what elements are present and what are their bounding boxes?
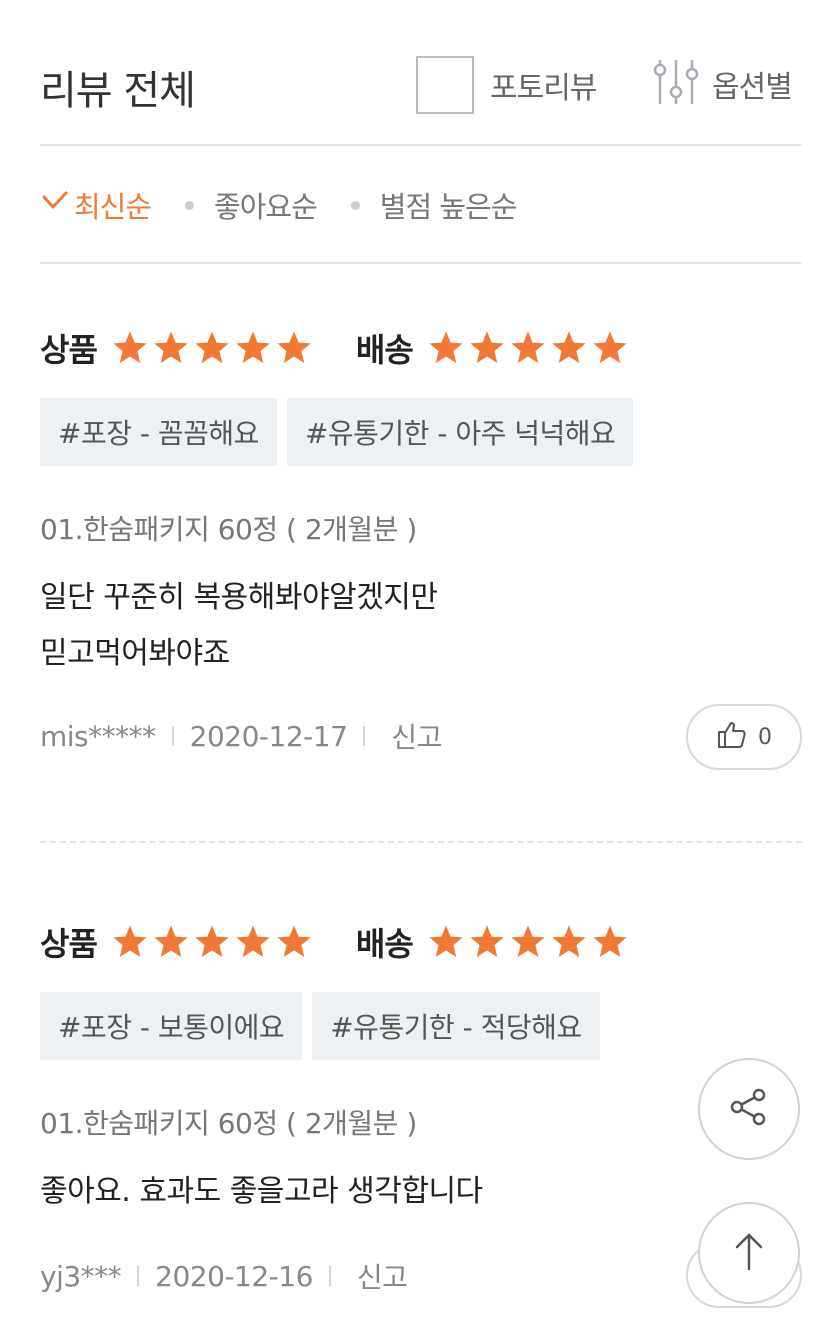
star-icon (154, 925, 188, 958)
review-item: 상품 배송 #포장 - 보통이에요 #유통기한 - 적당해요 01.한숨패키지 … (40, 914, 802, 1308)
reviewer-id: mis***** (40, 719, 156, 753)
review-content-line: 좋아요. 효과도 좋을고라 생각합니다 (40, 1174, 483, 1209)
page-title: 리뷰 전체 (40, 68, 196, 114)
option-filter-label: 옵션별 (712, 70, 793, 105)
sort-rating-label: 별점 높은순 (379, 190, 518, 224)
sort-likes[interactable]: 좋아요순 (185, 184, 318, 226)
star-icon (277, 925, 311, 958)
share-icon (725, 1083, 773, 1135)
star-icon (154, 331, 188, 364)
star-icon (429, 925, 463, 958)
rating-row: 상품 배송 (40, 914, 802, 970)
thumbs-up-icon (716, 719, 748, 755)
like-button[interactable]: 0 (686, 704, 802, 770)
share-button[interactable] (698, 1058, 800, 1160)
product-stars (111, 329, 316, 367)
sort-rating[interactable]: 별점 높은순 (350, 184, 518, 226)
arrow-up-icon (729, 1227, 769, 1279)
star-icon (113, 331, 147, 364)
star-icon (429, 331, 463, 364)
meta-separator (363, 726, 366, 746)
purchased-option: 01.한숨패키지 60정 ( 2개월분 ) (40, 1107, 417, 1140)
star-icon (552, 331, 586, 364)
review-date: 2020-12-16 (155, 1259, 313, 1293)
star-icon (236, 331, 270, 364)
delivery-rating-label: 배송 (355, 925, 414, 963)
star-icon (593, 331, 627, 364)
sort-bar: 최신순 좋아요순 별점 높은순 (40, 148, 802, 264)
like-count: 0 (758, 724, 772, 750)
star-icon (195, 331, 229, 364)
review-content-line: 일단 꾸준히 복용해봐야알겠지만 (40, 580, 438, 615)
star-icon (113, 925, 147, 958)
option-filter-button[interactable]: 옵션별 (650, 56, 793, 112)
purchased-option: 01.한숨패키지 60정 ( 2개월분 ) (40, 513, 417, 546)
star-icon (195, 925, 229, 958)
photo-review-toggle[interactable]: 포토리뷰 (416, 56, 597, 114)
review-content-line: 믿고먹어봐야죠 (40, 636, 230, 671)
meta-separator (137, 1266, 140, 1286)
review-date: 2020-12-17 (189, 719, 348, 753)
report-link[interactable]: 신고 (391, 716, 442, 756)
delivery-stars (427, 923, 632, 961)
rating-row: 상품 배송 (40, 320, 802, 376)
review-tag: #포장 - 꼼꼼해요 (40, 398, 277, 466)
reviewer-id: yj3*** (40, 1259, 122, 1293)
star-icon (277, 331, 311, 364)
check-icon (40, 187, 70, 224)
delivery-stars (427, 329, 632, 367)
review-tag: #유통기한 - 적당해요 (312, 992, 600, 1060)
sort-latest[interactable]: 최신순 (40, 184, 152, 226)
review-tag: #포장 - 보통이에요 (40, 992, 303, 1060)
review-content: 일단 꾸준히 복용해봐야알겠지만 믿고먹어봐야죠 (40, 570, 802, 682)
star-icon (511, 331, 545, 364)
tag-list: #포장 - 보통이에요 #유통기한 - 적당해요 (40, 992, 802, 1060)
product-rating-label: 상품 (40, 925, 98, 963)
review-item: 상품 배송 #포장 - 꼼꼼해요 #유통기한 - 아주 넉넉해요 01.한숨패키… (40, 320, 802, 770)
sort-likes-label: 좋아요순 (214, 190, 318, 224)
delivery-rating-label: 배송 (355, 331, 414, 369)
sliders-icon (650, 56, 702, 112)
star-icon (470, 925, 504, 958)
review-tag: #유통기한 - 아주 넉넉해요 (286, 398, 634, 466)
product-stars (111, 923, 316, 961)
bullet-dot (350, 200, 360, 210)
tag-list: #포장 - 꼼꼼해요 #유통기한 - 아주 넉넉해요 (40, 398, 802, 466)
review-content: 좋아요. 효과도 좋을고라 생각합니다 (40, 1164, 802, 1220)
meta-separator (328, 1266, 331, 1286)
product-rating-label: 상품 (40, 331, 98, 369)
photo-review-label: 포토리뷰 (490, 71, 597, 106)
review-divider (40, 841, 802, 843)
report-link[interactable]: 신고 (357, 1256, 408, 1296)
photo-review-checkbox[interactable] (416, 56, 474, 114)
star-icon (511, 925, 545, 958)
review-header: 리뷰 전체 포토리뷰 옵션별 (40, 0, 802, 146)
meta-separator (171, 726, 174, 746)
bullet-dot (185, 200, 195, 210)
star-icon (236, 925, 270, 958)
sort-latest-label: 최신순 (74, 190, 152, 224)
star-icon (470, 331, 504, 364)
star-icon (593, 925, 627, 958)
star-icon (552, 925, 586, 958)
scroll-top-button[interactable] (698, 1202, 800, 1304)
